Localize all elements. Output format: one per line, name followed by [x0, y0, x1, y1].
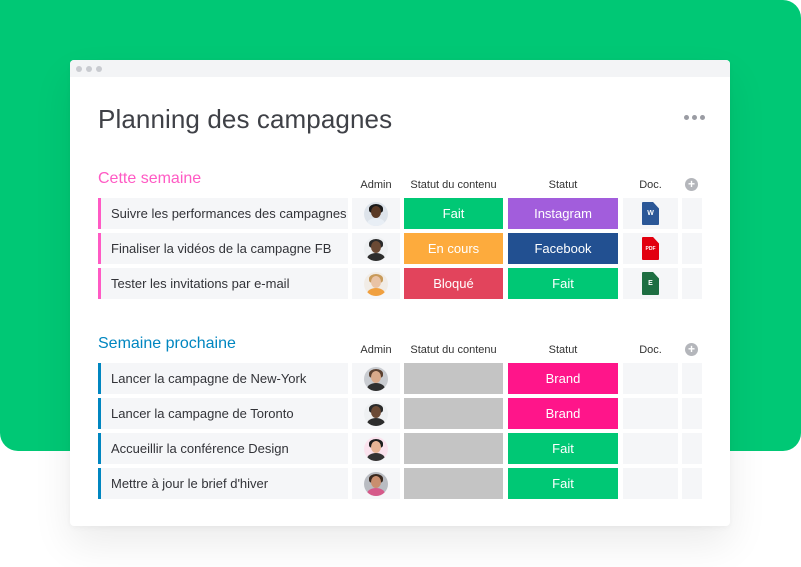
task-name[interactable]: Accueillir la conférence Design	[98, 433, 348, 464]
column-header-admin: Admin	[360, 344, 392, 356]
table-row: Lancer la campagne de New-York Brand	[98, 363, 702, 394]
avatar-man-short-hair[interactable]	[364, 366, 388, 391]
column-header-admin: Admin	[360, 179, 392, 191]
column-header-status: Statut	[548, 179, 578, 191]
content-status-label[interactable]	[404, 398, 503, 429]
table-row: Lancer la campagne de Toronto Brand	[98, 398, 702, 429]
doc-cell[interactable]	[623, 468, 678, 499]
task-name[interactable]: Lancer la campagne de Toronto	[98, 398, 348, 429]
admin-cell	[352, 433, 400, 464]
column-header-doc: Doc.	[639, 179, 662, 191]
admin-cell	[352, 468, 400, 499]
column-header-content-status: Statut du contenu	[410, 344, 497, 356]
extra-column-cell[interactable]	[682, 398, 702, 429]
extra-column-cell[interactable]	[682, 468, 702, 499]
doc-cell[interactable]: E	[623, 268, 678, 299]
task-name[interactable]: Suivre les performances des campagnes	[98, 198, 348, 229]
doc-cell[interactable]	[623, 398, 678, 429]
extra-column-cell[interactable]	[682, 233, 702, 264]
window-dot-icon[interactable]	[96, 66, 102, 72]
board-title: Planning des campagnes	[98, 104, 393, 134]
doc-cell[interactable]	[623, 433, 678, 464]
avatar-woman-curly-hair[interactable]	[364, 201, 388, 226]
admin-cell	[352, 363, 400, 394]
column-header-status: Statut	[548, 344, 578, 356]
excel-doc-icon[interactable]: E	[642, 272, 659, 295]
avatar-man-beard[interactable]	[364, 401, 388, 426]
board-window: Planning des campagnes Cette semaine Admi…	[70, 60, 730, 526]
table-row: Finaliser la vidéos de la campagne FB En …	[98, 233, 702, 264]
admin-cell	[352, 198, 400, 229]
extra-column-cell[interactable]	[682, 433, 702, 464]
pdf-doc-icon[interactable]: PDF	[642, 237, 659, 260]
word-doc-icon[interactable]: W	[642, 202, 659, 225]
table-row: Mettre à jour le brief d'hiver Fait	[98, 468, 702, 499]
add-column-icon[interactable]: +	[685, 343, 698, 356]
status-label[interactable]: Instagram	[508, 198, 618, 229]
task-name[interactable]: Tester les invitations par e-mail	[98, 268, 348, 299]
admin-cell	[352, 268, 400, 299]
task-name[interactable]: Lancer la campagne de New-York	[98, 363, 348, 394]
status-label[interactable]: Brand	[508, 398, 618, 429]
table-row: Suivre les performances des campagnes Fai…	[98, 198, 702, 229]
window-dot-icon[interactable]	[86, 66, 92, 72]
task-name[interactable]: Finaliser la vidéos de la campagne FB	[98, 233, 348, 264]
extra-column-cell[interactable]	[682, 363, 702, 394]
more-options-icon[interactable]	[684, 115, 705, 120]
doc-cell[interactable]: W	[623, 198, 678, 229]
content-status-label[interactable]: Fait	[404, 198, 503, 229]
content-status-label[interactable]: En cours	[404, 233, 503, 264]
content-status-label[interactable]	[404, 433, 503, 464]
status-label[interactable]: Facebook	[508, 233, 618, 264]
status-label[interactable]: Fait	[508, 468, 618, 499]
window-titlebar	[70, 60, 730, 77]
status-label[interactable]: Brand	[508, 363, 618, 394]
group-title[interactable]: Semaine prochaine	[98, 335, 236, 353]
column-header-content-status: Statut du contenu	[410, 179, 497, 191]
group-title[interactable]: Cette semaine	[98, 170, 201, 188]
status-label[interactable]: Fait	[508, 268, 618, 299]
status-label[interactable]: Fait	[508, 433, 618, 464]
avatar-man-beard[interactable]	[364, 236, 388, 261]
doc-cell[interactable]	[623, 363, 678, 394]
task-name[interactable]: Mettre à jour le brief d'hiver	[98, 468, 348, 499]
extra-column-cell[interactable]	[682, 268, 702, 299]
content-status-label[interactable]: Bloqué	[404, 268, 503, 299]
avatar-man-glasses[interactable]	[364, 471, 388, 496]
avatar-woman-dark-hair[interactable]	[364, 436, 388, 461]
column-header-doc: Doc.	[639, 344, 662, 356]
extra-column-cell[interactable]	[682, 198, 702, 229]
avatar-woman-blonde[interactable]	[364, 271, 388, 296]
table-row: Tester les invitations par e-mail Bloqué F…	[98, 268, 702, 299]
window-dot-icon[interactable]	[76, 66, 82, 72]
content-status-label[interactable]	[404, 468, 503, 499]
doc-cell[interactable]: PDF	[623, 233, 678, 264]
content-status-label[interactable]	[404, 363, 503, 394]
add-column-icon[interactable]: +	[685, 178, 698, 191]
table-row: Accueillir la conférence Design Fait	[98, 433, 702, 464]
admin-cell	[352, 233, 400, 264]
admin-cell	[352, 398, 400, 429]
